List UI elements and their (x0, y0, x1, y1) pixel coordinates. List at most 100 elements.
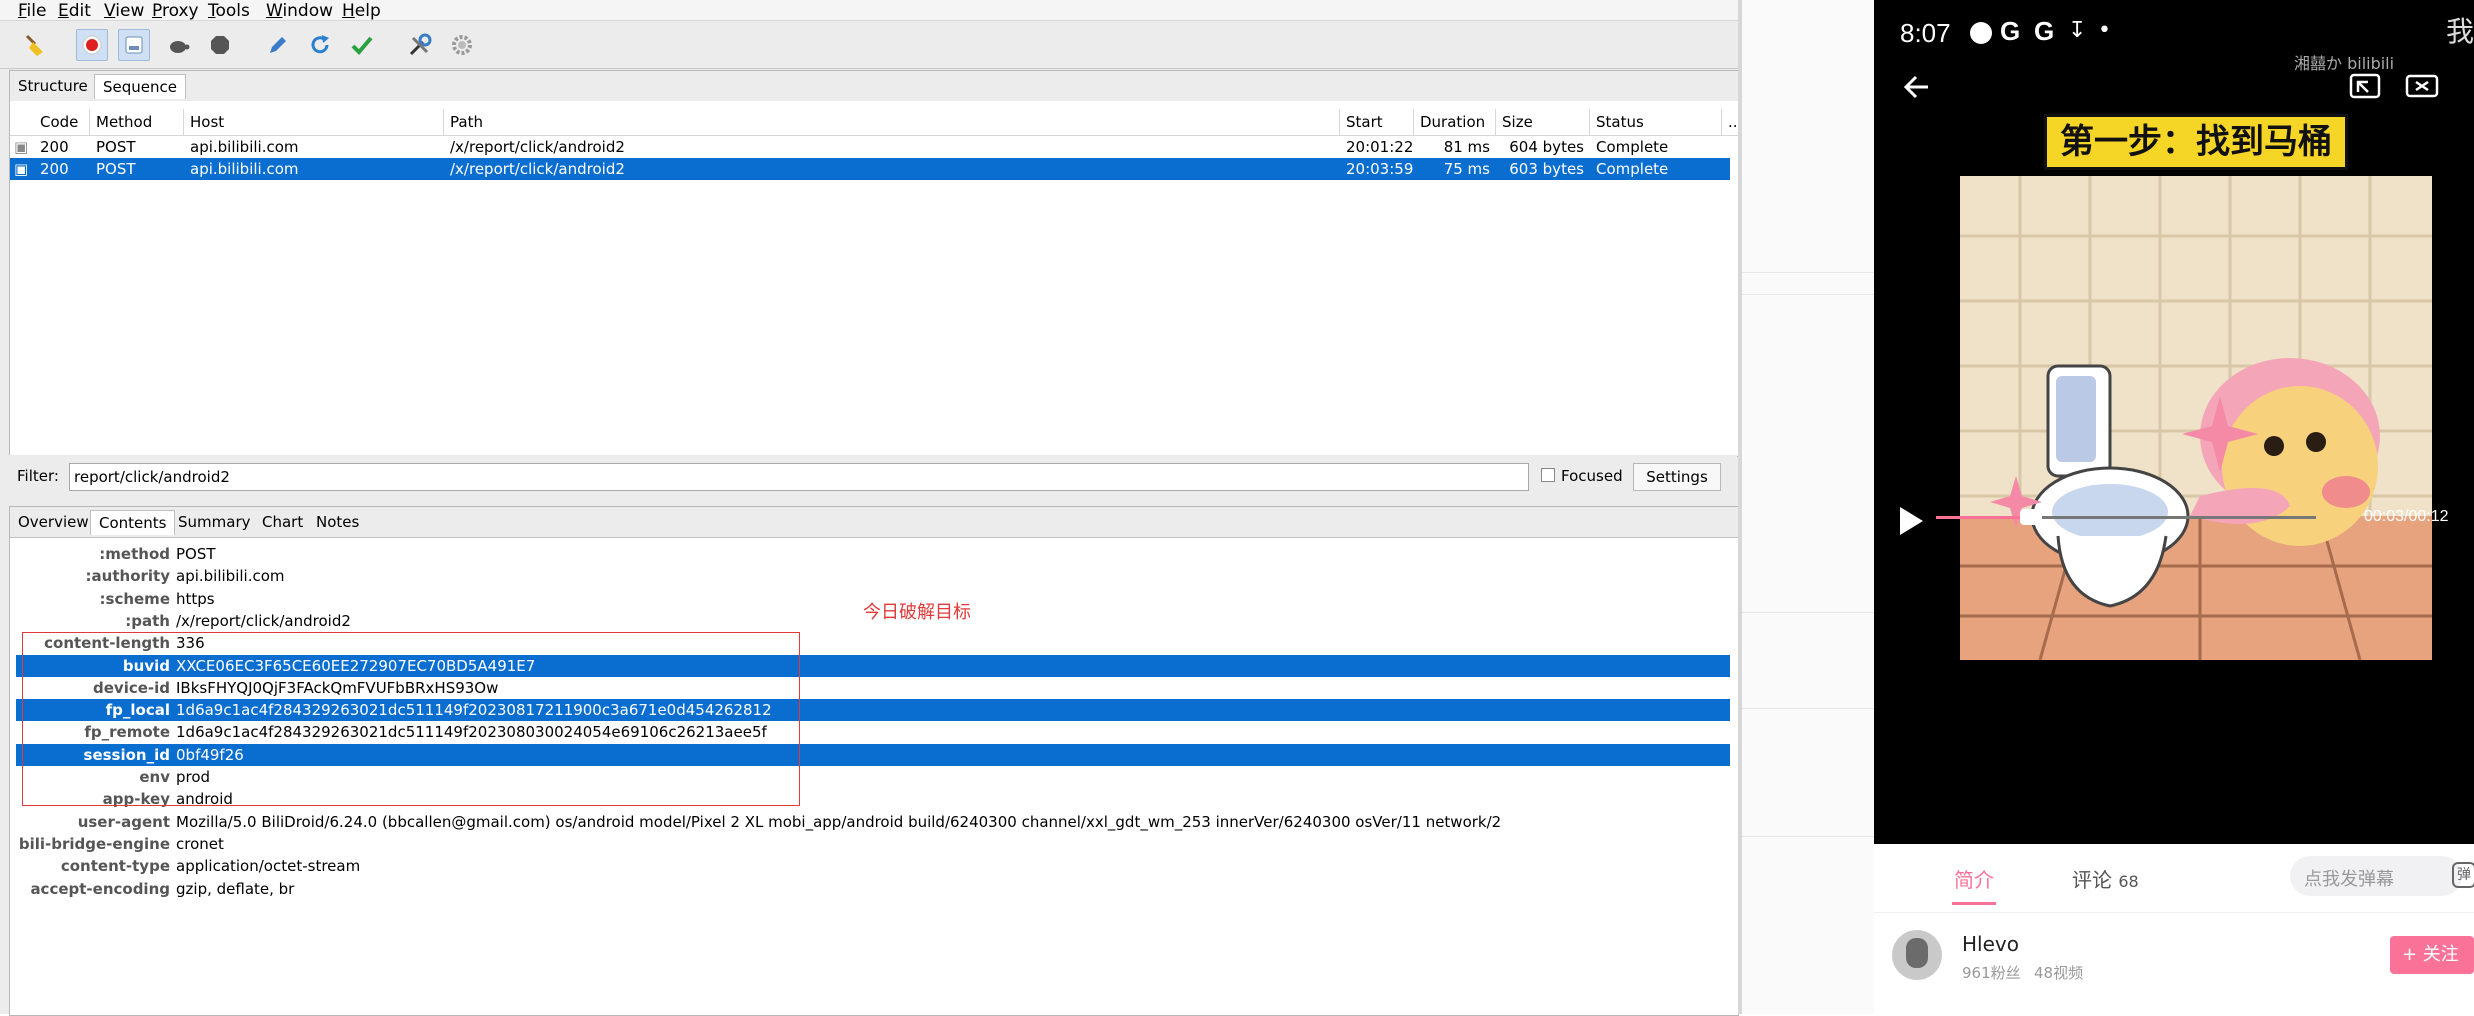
tab-indicator (1952, 902, 1996, 905)
header-row[interactable]: :method POST (16, 543, 1730, 565)
tab-sequence[interactable]: Sequence (94, 74, 186, 99)
video-caption: 第一步：找到马桶 (2044, 114, 2348, 170)
menu-tools[interactable]: Tools (208, 1, 250, 21)
check-icon[interactable] (346, 29, 378, 61)
table-row[interactable]: ▣ 200 POST api.bilibili.com /x/report/cl… (10, 158, 1730, 180)
view-tabs: Structure Sequence (10, 71, 1738, 102)
menu-bar: File Edit View Proxy Tools Window Help (0, 0, 1738, 21)
tab-chart[interactable]: Chart (254, 510, 311, 534)
cell-status: Complete (1596, 160, 1669, 178)
charles-window: File Edit View Proxy Tools Window Help S… (0, 0, 1742, 1016)
detail-tabs: Overview Contents Summary Chart Notes (10, 507, 1738, 538)
focused-checkbox[interactable] (1541, 468, 1555, 482)
header-value: api.bilibili.com (176, 567, 285, 586)
tools-icon[interactable] (404, 29, 436, 61)
col-path[interactable]: Path (444, 109, 1340, 135)
background-window (1742, 0, 1874, 1014)
table-row[interactable]: ▣ 200 POST api.bilibili.com /x/report/cl… (10, 136, 1730, 158)
stop-icon[interactable] (204, 29, 236, 61)
header-row[interactable]: :authority api.bilibili.com (16, 565, 1730, 587)
divider (1874, 912, 2474, 913)
gear-icon[interactable] (446, 29, 478, 61)
header-key: :authority (85, 567, 170, 586)
video-player[interactable]: 湘囍か bilibili 第一步：找到马桶 00:03/00:12 (1874, 54, 2474, 844)
col-size[interactable]: Size (1496, 109, 1590, 135)
settings-button[interactable]: Settings (1633, 463, 1721, 491)
tab-comments[interactable]: 评论 68 (2072, 864, 2139, 893)
header-key: :scheme (99, 589, 170, 608)
menu-file[interactable]: File (18, 1, 46, 21)
progress-thumb[interactable] (2020, 509, 2042, 525)
header-row[interactable]: content-type application/octet-stream (16, 855, 1730, 877)
elapsed-time: 00:03/00:12 (2364, 508, 2449, 525)
cell-size: 603 bytes (1509, 160, 1584, 178)
cell-method: POST (96, 138, 136, 156)
back-arrow-icon[interactable] (1902, 72, 1932, 102)
cell-path: /x/report/click/android2 (450, 160, 625, 178)
header-value: /x/report/click/android2 (176, 611, 351, 630)
col-duration[interactable]: Duration (1414, 109, 1496, 135)
video-info-section: 简介 评论 68 点我发弹幕 弹 Hlevo 961粉丝 48视频 + 关注 (1874, 844, 2474, 1014)
cell-host: api.bilibili.com (190, 160, 299, 178)
tab-overview[interactable]: Overview (10, 510, 97, 534)
header-row[interactable]: user-agent Mozilla/5.0 BiliDroid/6.24.0 (… (16, 811, 1730, 833)
tab-intro[interactable]: 简介 (1954, 864, 1994, 893)
header-value: POST (176, 545, 216, 563)
tab-summary[interactable]: Summary (170, 510, 259, 534)
google-icon: G (2000, 16, 2021, 46)
video-frame-image (1960, 176, 2432, 660)
cell-code: 200 (40, 138, 69, 156)
menu-view[interactable]: View (104, 1, 144, 21)
danmaku-toggle-icon[interactable]: 弹 (2452, 862, 2474, 888)
header-row[interactable]: bili-bridge-engine cronet (16, 833, 1730, 855)
file-icon: ▣ (14, 138, 28, 156)
turtle-icon[interactable] (162, 29, 194, 61)
header-key: content-type (60, 857, 170, 876)
header-value: gzip, deflate, br (176, 879, 295, 898)
tab-contents[interactable]: Contents (90, 510, 176, 535)
menu-window[interactable]: Window (266, 1, 333, 21)
col-status[interactable]: Status (1590, 109, 1722, 135)
filter-label: Filter: (17, 467, 59, 485)
pip-icon[interactable] (2348, 72, 2382, 102)
record-icon[interactable] (76, 29, 108, 61)
col-code[interactable]: Code (34, 109, 90, 135)
header-row[interactable]: accept-encoding gzip, deflate, br (16, 878, 1730, 900)
header-key: bili-bridge-engine (18, 834, 170, 853)
col-start[interactable]: Start (1340, 109, 1414, 135)
menu-proxy[interactable]: Proxy (152, 1, 199, 21)
cell-path: /x/report/click/android2 (450, 138, 625, 156)
menu-edit[interactable]: Edit (58, 1, 91, 21)
download-icon: ↧ (2068, 18, 2087, 43)
play-icon[interactable] (1896, 504, 1926, 538)
pen-icon[interactable] (262, 29, 294, 61)
throttle-icon[interactable] (118, 29, 150, 61)
google-icon: G (2034, 16, 2055, 46)
broom-icon[interactable] (18, 29, 50, 61)
header-key: :path (125, 611, 170, 630)
col-more[interactable]: ... (1722, 109, 1742, 135)
cell-start: 20:01:22 (1346, 138, 1414, 156)
tab-notes[interactable]: Notes (308, 510, 367, 534)
notification-icon (1970, 22, 1992, 44)
follow-button[interactable]: + 关注 (2390, 936, 2474, 974)
cast-tv-icon[interactable] (2404, 72, 2440, 102)
focused-label: Focused (1561, 467, 1623, 485)
avatar[interactable] (1892, 930, 1942, 980)
col-host[interactable]: Host (184, 109, 444, 135)
cell-method: POST (96, 160, 136, 178)
header-key: :method (99, 545, 170, 563)
danmaku-placeholder: 点我发弹幕 (2304, 869, 2394, 890)
watermark: 湘囍か bilibili (2294, 54, 2395, 73)
cell-code: 200 (40, 160, 69, 178)
toolbar (0, 21, 1738, 69)
tab-structure[interactable]: Structure (10, 74, 96, 98)
filter-input[interactable] (69, 463, 1529, 491)
menu-help[interactable]: Help (342, 1, 381, 21)
refresh-icon[interactable] (304, 29, 336, 61)
col-method[interactable]: Method (90, 109, 184, 135)
uploader-videos: 48视频 (2034, 964, 2084, 982)
danmaku-input[interactable]: 点我发弹幕 (2290, 856, 2462, 896)
uploader-name[interactable]: Hlevo (1962, 932, 2019, 956)
file-icon: ▣ (14, 160, 28, 178)
